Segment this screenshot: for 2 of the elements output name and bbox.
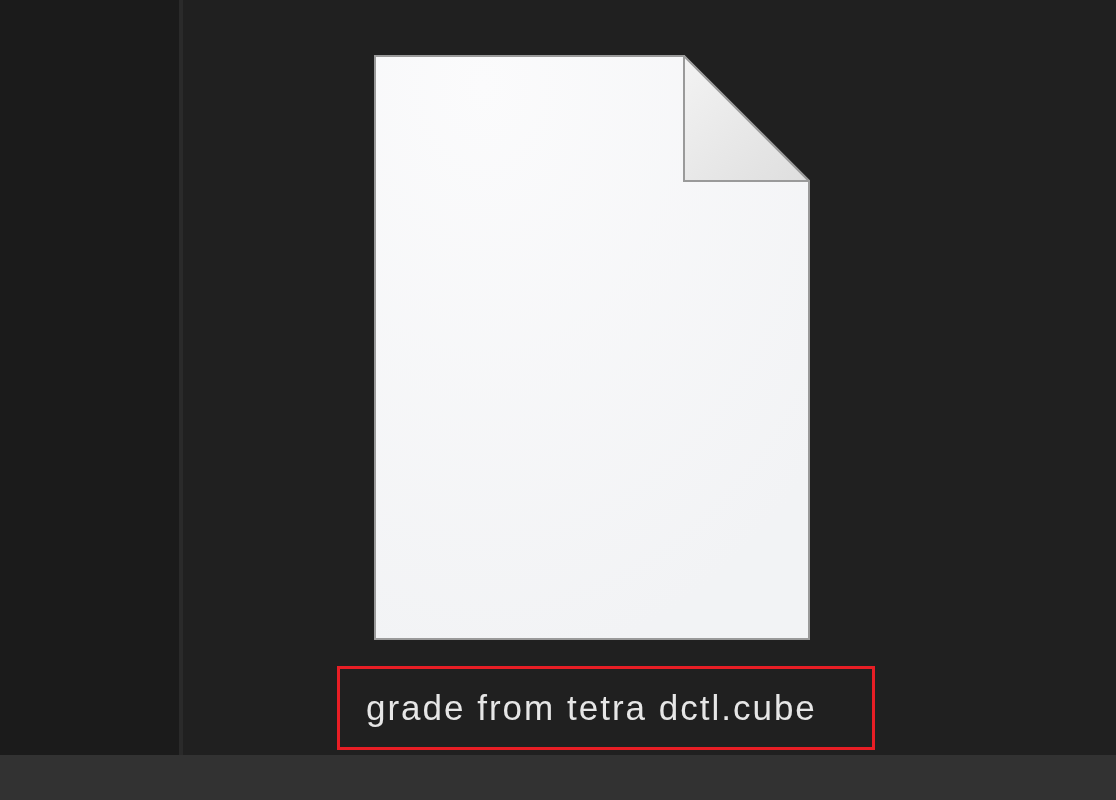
file-icon[interactable] bbox=[374, 55, 810, 640]
file-name: grade from tetra dctl.cube bbox=[366, 688, 817, 728]
